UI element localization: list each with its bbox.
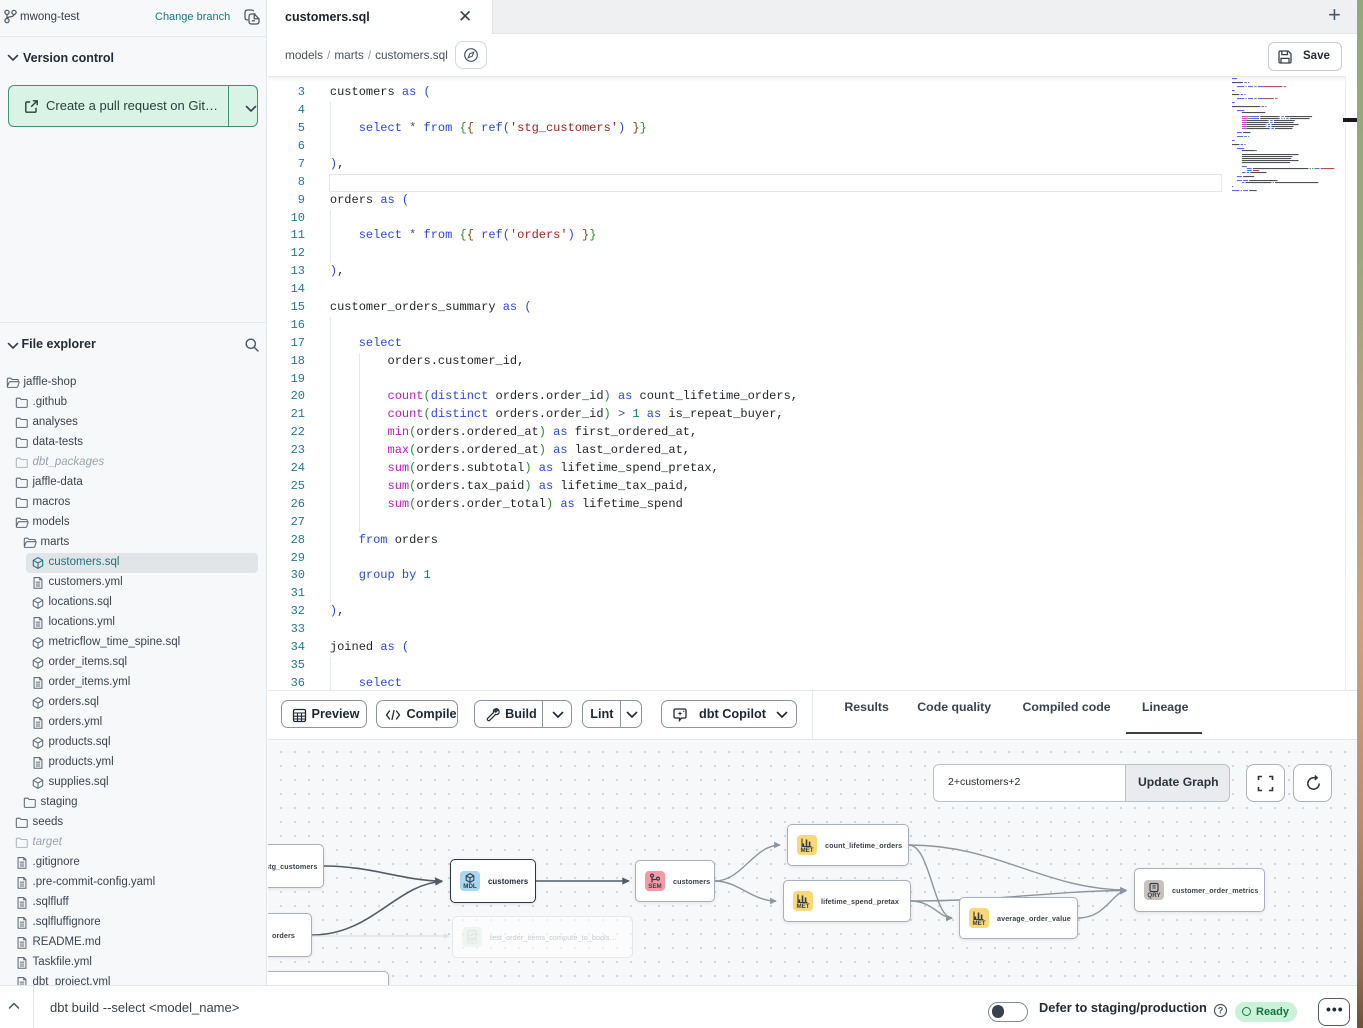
svg-text:MET: MET [972, 920, 985, 927]
svg-text:MET: MET [800, 847, 813, 854]
svg-text:?: ? [1218, 1006, 1224, 1016]
svg-text:MDL: MDL [463, 883, 477, 890]
svg-text:MET: MET [796, 903, 809, 910]
svg-text:QRY: QRY [1147, 892, 1161, 899]
svg-text:SEM: SEM [648, 883, 661, 890]
svg-text:TST: TST [466, 939, 478, 946]
